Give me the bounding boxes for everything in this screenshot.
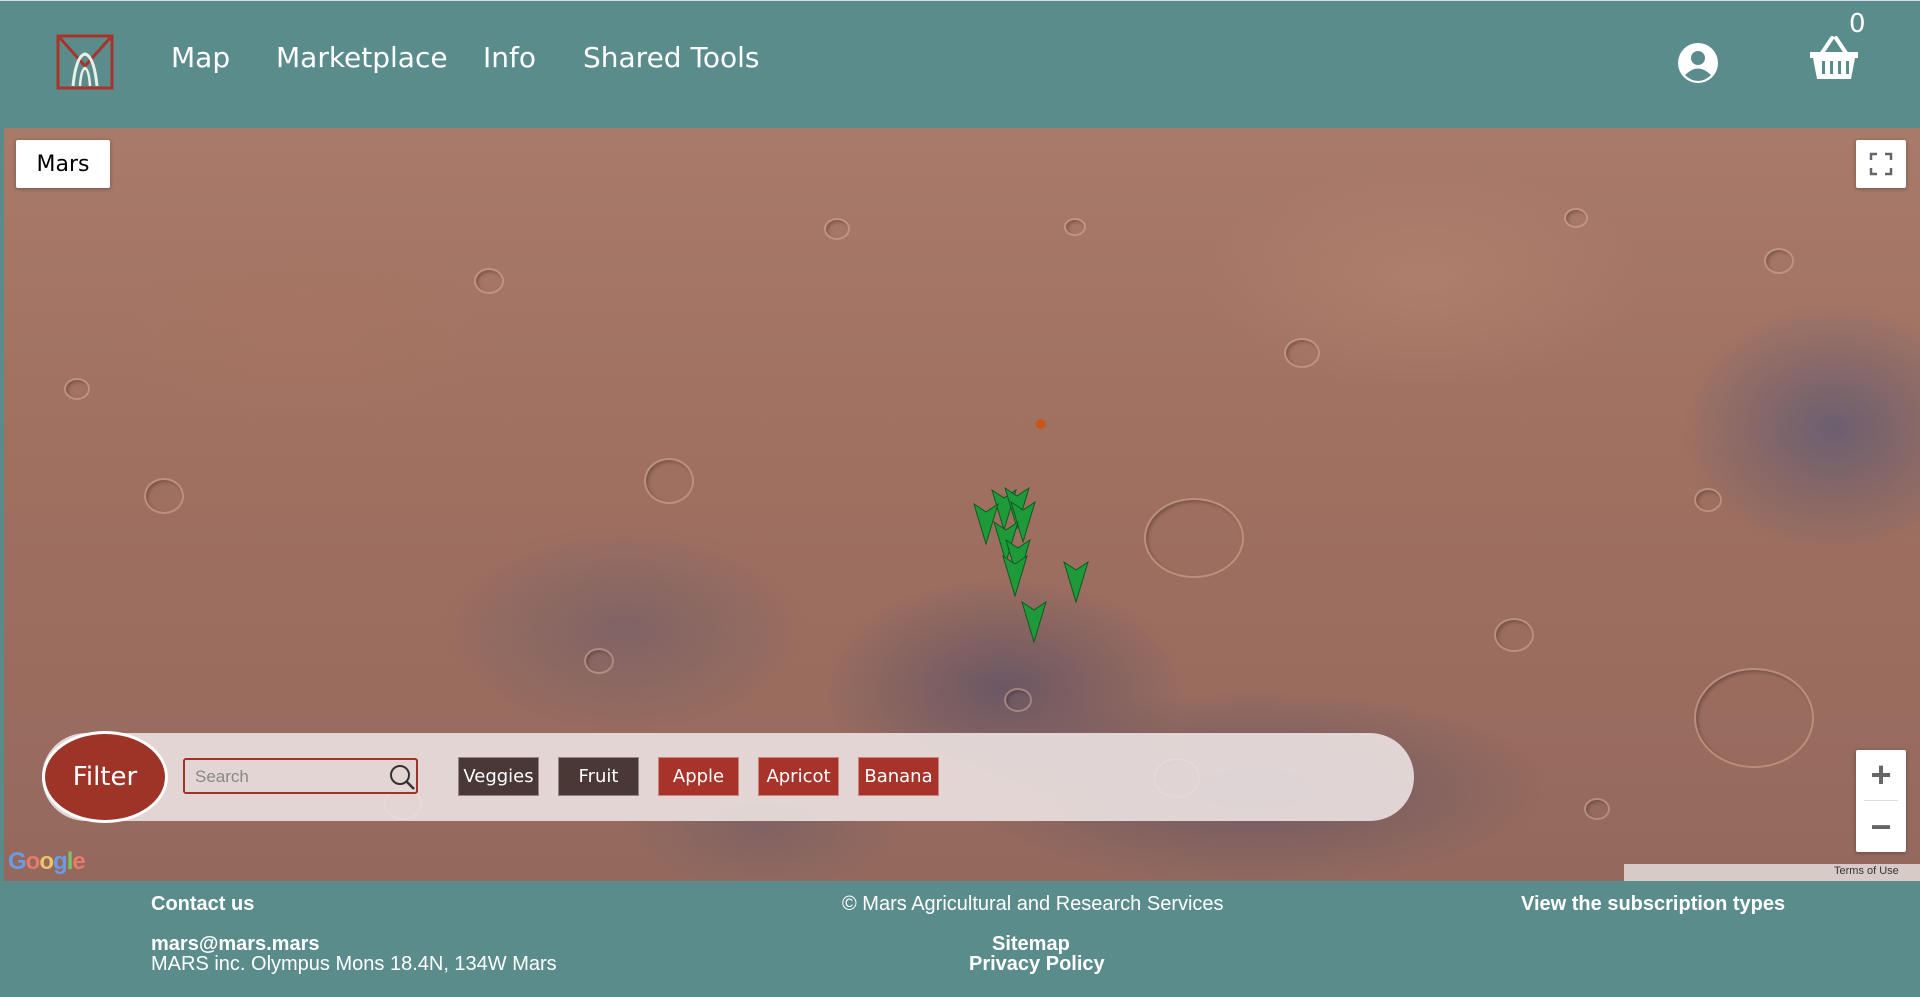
- filter-chip-veggies[interactable]: Veggies: [458, 757, 539, 796]
- crater: [1564, 208, 1588, 228]
- google-logo: Google: [8, 848, 86, 875]
- site-logo-icon[interactable]: [56, 34, 114, 90]
- filter-chip-apricot[interactable]: Apricot: [758, 757, 839, 796]
- crater: [1144, 498, 1244, 578]
- crater: [144, 478, 184, 514]
- zoom-divider: [1864, 800, 1898, 801]
- cart-basket-icon[interactable]: [1808, 35, 1860, 81]
- footer: Contact us mars@mars.mars MARS inc. Olym…: [0, 881, 1920, 997]
- nav-map[interactable]: Map: [171, 41, 230, 74]
- crater: [1694, 668, 1814, 768]
- search-icon[interactable]: [389, 764, 415, 790]
- nav-info[interactable]: Info: [483, 41, 536, 74]
- crater: [1494, 618, 1534, 652]
- fullscreen-icon: [1869, 152, 1893, 176]
- filter-chip-apple[interactable]: Apple: [658, 757, 739, 796]
- crater: [1004, 688, 1032, 712]
- filter-chip-fruit[interactable]: Fruit: [558, 757, 639, 796]
- crater: [644, 458, 694, 504]
- fullscreen-button[interactable]: [1856, 140, 1906, 188]
- copyright-text: © Mars Agricultural and Research Service…: [842, 893, 1224, 915]
- map-marker-orange[interactable]: [1035, 418, 1047, 430]
- search-field[interactable]: [183, 758, 418, 794]
- terms-of-use-link[interactable]: Terms of Use: [1834, 865, 1899, 877]
- account-icon[interactable]: [1677, 42, 1719, 84]
- crater: [64, 378, 90, 400]
- crater: [584, 648, 614, 674]
- zoom-out-button[interactable]: −: [1856, 802, 1906, 852]
- crater: [474, 268, 504, 294]
- contact-us-link[interactable]: Contact us: [151, 893, 254, 916]
- filter-button[interactable]: Filter: [42, 731, 168, 823]
- crater: [824, 218, 850, 240]
- top-navbar: Map Marketplace Info Shared Tools 0: [0, 0, 1920, 128]
- map-type-control[interactable]: Mars: [16, 140, 110, 188]
- crater: [1064, 218, 1086, 236]
- filter-chip-banana[interactable]: Banana: [858, 757, 939, 796]
- subscription-types-link[interactable]: View the subscription types: [1521, 893, 1785, 916]
- map-marker[interactable]: [1001, 554, 1029, 598]
- crater: [1694, 488, 1722, 512]
- company-address: MARS inc. Olympus Mons 18.4N, 134W Mars: [151, 953, 557, 975]
- privacy-policy-link[interactable]: Privacy Policy: [969, 953, 1105, 976]
- crater: [1764, 248, 1794, 274]
- search-input[interactable]: [195, 766, 385, 788]
- zoom-control: + −: [1856, 750, 1906, 852]
- map-marker[interactable]: [1062, 560, 1090, 604]
- nav-marketplace[interactable]: Marketplace: [276, 41, 448, 74]
- crater: [1584, 798, 1610, 820]
- nav-shared-tools[interactable]: Shared Tools: [583, 41, 759, 74]
- map-marker[interactable]: [1020, 600, 1048, 644]
- crater: [1284, 338, 1320, 368]
- zoom-in-button[interactable]: +: [1856, 750, 1906, 800]
